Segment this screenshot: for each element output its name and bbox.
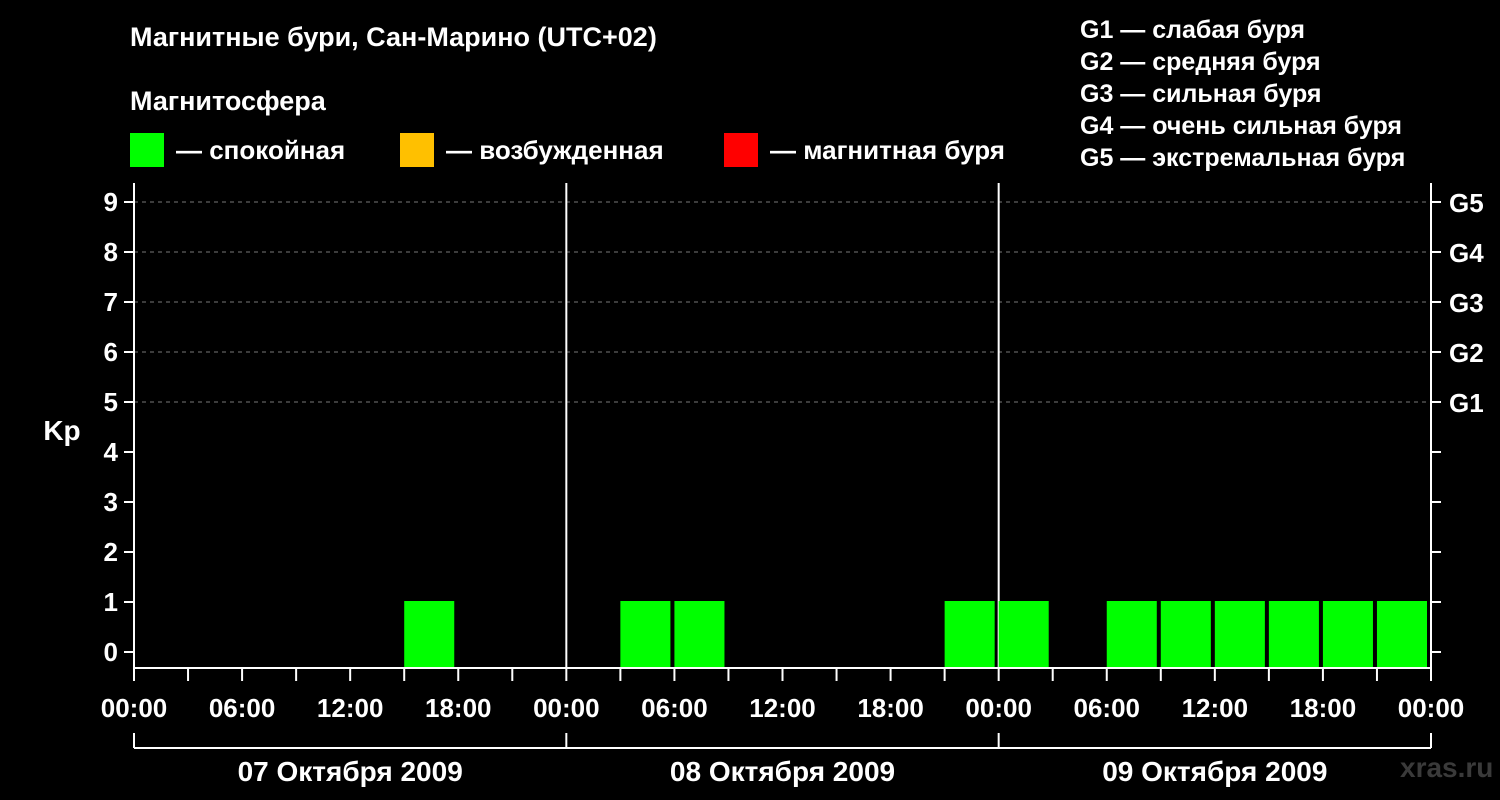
g-tick-label: G1 (1449, 388, 1484, 418)
kp-bar-3 (944, 601, 995, 667)
kp-bar-10 (1376, 601, 1427, 667)
x-tick-label: 00:00 (1398, 693, 1465, 723)
kp-bar-9 (1322, 601, 1373, 667)
kp-bar-2 (674, 601, 725, 667)
x-tick-label: 06:00 (209, 693, 276, 723)
g-tick-label: G2 (1449, 338, 1484, 368)
x-tick-label: 06:00 (641, 693, 708, 723)
day-label: 08 Октября 2009 (670, 756, 895, 787)
kp-bar-4 (998, 601, 1049, 667)
y-tick-label: 2 (104, 537, 118, 567)
x-tick-label: 00:00 (101, 693, 168, 723)
x-tick-label: 00:00 (965, 693, 1032, 723)
y-tick-label: 7 (104, 287, 118, 317)
y-tick-label: 4 (104, 437, 119, 467)
g-tick-label: G5 (1449, 188, 1484, 218)
y-tick-label: 8 (104, 237, 118, 267)
x-tick-label: 18:00 (857, 693, 924, 723)
kp-bar-0 (404, 601, 455, 667)
g-tick-label: G3 (1449, 288, 1484, 318)
y-tick-label: 5 (104, 387, 118, 417)
y-tick-label: 1 (104, 587, 118, 617)
x-tick-label: 18:00 (425, 693, 492, 723)
y-tick-label: 0 (104, 637, 118, 667)
g-tick-label: G4 (1449, 238, 1484, 268)
kp-bar-7 (1214, 601, 1265, 667)
day-label: 07 Октября 2009 (238, 756, 463, 787)
x-tick-label: 12:00 (317, 693, 384, 723)
y-tick-label: 9 (104, 187, 118, 217)
kp-chart: 0 1 2 3 4 5 6 7 8 9 G1 G2 G3 G4 G5 Kp 00:00 06:00 12:00 18:… (43, 183, 1484, 787)
day-label: 09 Октября 2009 (1102, 756, 1327, 787)
y-tick-label: 3 (104, 487, 118, 517)
y-tick-label: 6 (104, 337, 118, 367)
kp-bar-5 (1106, 601, 1157, 667)
watermark: xras.ru (1400, 752, 1494, 783)
kp-bar-8 (1268, 601, 1319, 667)
x-tick-label: 12:00 (749, 693, 816, 723)
x-tick-label: 18:00 (1290, 693, 1357, 723)
x-tick-label: 06:00 (1074, 693, 1141, 723)
x-tick-label: 12:00 (1182, 693, 1249, 723)
x-tick-label: 00:00 (533, 693, 600, 723)
y-axis-label: Kp (43, 415, 80, 446)
kp-bar-6 (1160, 601, 1211, 667)
kp-bar-1 (620, 601, 671, 667)
